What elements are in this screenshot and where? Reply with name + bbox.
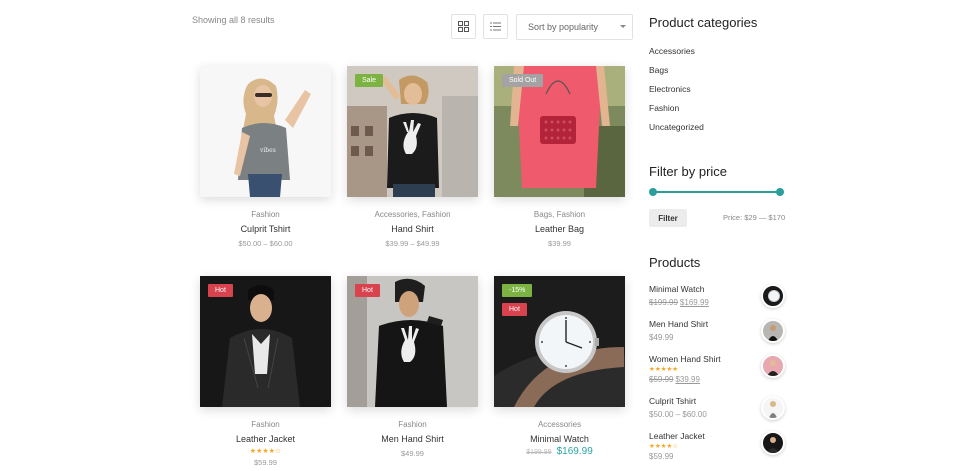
sort-select-value: Sort by popularity [528, 22, 599, 32]
product-name[interactable]: Men Hand Shirt [347, 434, 478, 444]
filter-button[interactable]: Filter [649, 209, 687, 227]
price-slider-max-handle[interactable] [776, 188, 784, 196]
list-view-button[interactable] [483, 14, 508, 39]
product-price: $199.99 $169.99 [494, 446, 625, 457]
hot-badge: Hot [502, 303, 527, 316]
product-card[interactable]: Sold Out Bags, Fashion Leather Bag $39.9… [494, 66, 625, 248]
grid-icon [458, 21, 469, 32]
sort-select[interactable]: Sort by popularity [516, 14, 633, 40]
product-category[interactable]: Accessories [494, 420, 625, 430]
hot-badge: Hot [208, 284, 233, 297]
category-link[interactable]: Bags [649, 65, 668, 75]
new-price: $39.99 [675, 375, 700, 384]
widget-product[interactable]: Minimal Watch $199.99 $169.99 [649, 284, 786, 308]
product-image[interactable]: -15% Hot [494, 276, 625, 407]
category-link[interactable]: Accessories [649, 46, 695, 56]
widget-product[interactable]: Women Hand Shirt ★★★★★ $59.99 $39.99 [649, 354, 786, 384]
product-name[interactable]: Leather Jacket [200, 434, 331, 444]
widget-product[interactable]: Leather Jacket ★★★★☆ $59.99 [649, 431, 786, 461]
widget-product-thumb[interactable] [761, 354, 785, 378]
widget-product-thumb[interactable] [761, 396, 785, 420]
product-price: $59.99 [254, 458, 277, 467]
product-card[interactable]: Hot Fashion Leather Jacket ★★★★☆ $59.99 [200, 276, 331, 467]
new-price: $169.99 [679, 298, 709, 307]
widget-product-price: $59.99 $39.99 [649, 375, 786, 384]
product-image[interactable]: vibes [200, 66, 331, 197]
widget-product-thumb[interactable] [761, 284, 785, 308]
product-name[interactable]: Minimal Watch [494, 434, 625, 444]
category-link[interactable]: Electronics [649, 84, 691, 94]
product-category[interactable]: Bags, Fashion [494, 210, 625, 220]
list-icon [490, 22, 501, 31]
product-image[interactable]: Hot [347, 276, 478, 407]
products-widget-title: Products [649, 255, 701, 270]
widget-product[interactable]: Men Hand Shirt $49.99 [649, 319, 786, 343]
product-name[interactable]: Hand Shirt [347, 224, 478, 234]
svg-text:vibes: vibes [259, 147, 276, 154]
product-price: $39.99 – $49.99 [385, 239, 440, 248]
category-link[interactable]: Fashion [649, 103, 679, 113]
chevron-down-icon [620, 25, 626, 28]
widget-product-price: $59.99 [649, 452, 674, 461]
product-image[interactable]: Sold Out [494, 66, 625, 197]
widget-product-thumb[interactable] [761, 431, 785, 455]
product-category[interactable]: Fashion [200, 210, 331, 220]
product-card[interactable]: vibes Fashion Culprit Tshirt $50.00 – $6… [200, 66, 331, 248]
result-count: Showing all 8 results [192, 15, 275, 25]
widget-product-thumb[interactable] [761, 319, 785, 343]
sold-out-badge: Sold Out [502, 74, 544, 87]
product-category[interactable]: Accessories, Fashion [347, 210, 478, 220]
price-range-label: Price: $29 — $170 [723, 213, 786, 222]
product-price: $39.99 [548, 239, 571, 248]
new-price: $169.99 [556, 446, 593, 457]
product-price: $50.00 – $60.00 [238, 239, 293, 248]
product-category[interactable]: Fashion [347, 420, 478, 430]
widget-product[interactable]: Culprit Tshirt $50.00 – $60.00 [649, 396, 786, 420]
product-image[interactable]: Sale [347, 66, 478, 197]
categories-title: Product categories [649, 15, 758, 30]
category-link[interactable]: Uncategorized [649, 122, 704, 132]
product-image[interactable]: Hot [200, 276, 331, 407]
product-name[interactable]: Culprit Tshirt [200, 224, 331, 234]
hot-badge: Hot [355, 284, 380, 297]
product-photo: vibes [200, 66, 331, 197]
product-category[interactable]: Fashion [200, 420, 331, 430]
old-price: $199.99 [649, 298, 678, 307]
grid-view-button[interactable] [451, 14, 476, 39]
price-slider-min-handle[interactable] [649, 188, 657, 196]
product-name[interactable]: Leather Bag [494, 224, 625, 234]
old-price: $59.99 [649, 375, 674, 384]
product-card[interactable]: Sale Accessories, Fashion Hand Shirt $39… [347, 66, 478, 248]
sale-badge: Sale [355, 74, 384, 87]
product-card[interactable]: Hot Fashion Men Hand Shirt $49.99 [347, 276, 478, 458]
price-slider-track[interactable] [652, 191, 780, 193]
price-filter-title: Filter by price [649, 164, 728, 179]
discount-badge: -15% [502, 284, 533, 297]
star-rating: ★★★★☆ [249, 448, 282, 455]
product-card[interactable]: -15% Hot Accessories Minimal Watch $199.… [494, 276, 625, 457]
old-price: $199.99 [526, 449, 552, 456]
product-price: $49.99 [401, 449, 424, 458]
